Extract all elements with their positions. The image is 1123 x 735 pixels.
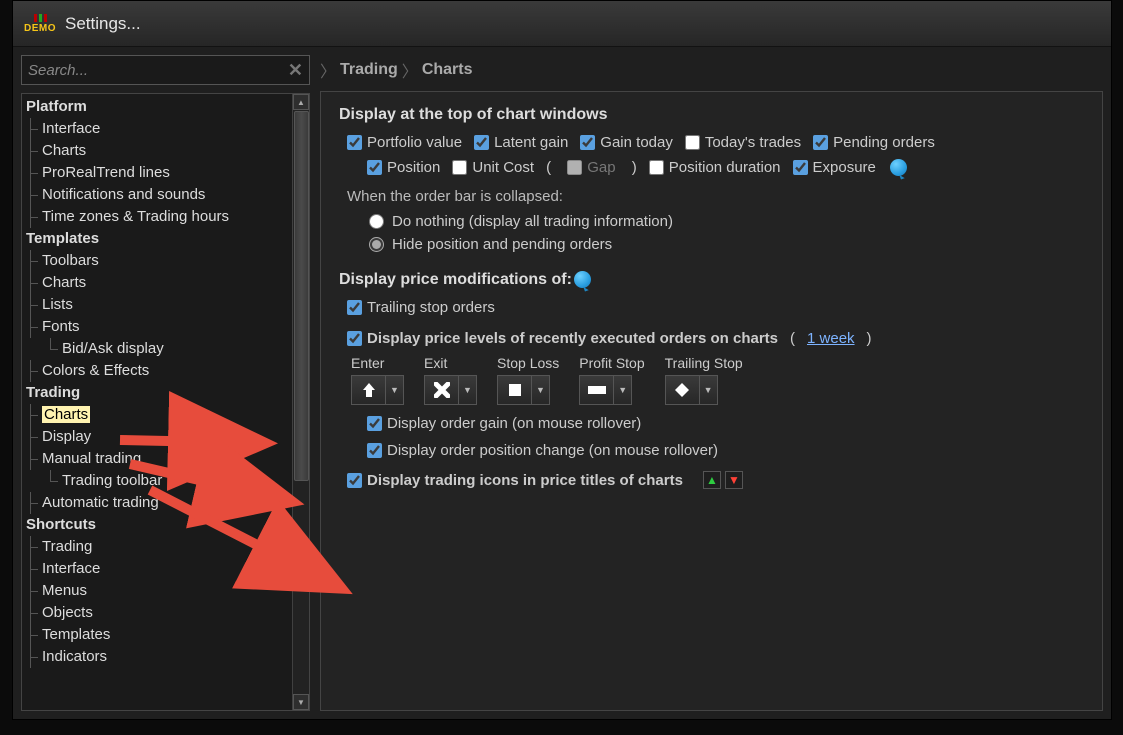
cb-display-price-levels[interactable] bbox=[347, 331, 362, 346]
marker-label-exit: Exit bbox=[424, 355, 477, 371]
arrow-up-icon: ▲ bbox=[703, 471, 721, 489]
link-period[interactable]: 1 week bbox=[807, 330, 855, 347]
marker-exit-dropdown[interactable]: ▼ bbox=[459, 375, 477, 405]
marker-trailingstop-dropdown[interactable]: ▼ bbox=[700, 375, 718, 405]
window-title: Settings... bbox=[65, 14, 141, 34]
info-balloon-icon[interactable] bbox=[574, 271, 591, 288]
cb-display-trading-icons[interactable] bbox=[347, 473, 362, 488]
demo-badge-icon: DEMO bbox=[23, 14, 57, 34]
trade-icons-sample: ▲ ▼ bbox=[703, 471, 743, 489]
marker-stoploss-button[interactable] bbox=[497, 375, 532, 405]
tree-item[interactable]: Menus bbox=[22, 580, 292, 602]
arrow-down-icon: ▼ bbox=[725, 471, 743, 489]
breadcrumb-charts[interactable]: Charts bbox=[422, 61, 473, 79]
tree-section[interactable]: Templates bbox=[22, 228, 292, 250]
tree-item[interactable]: Indicators bbox=[22, 646, 292, 668]
scroll-down-icon[interactable]: ▼ bbox=[293, 694, 309, 710]
marker-label-trailingstop: Trailing Stop bbox=[665, 355, 743, 371]
tree-section[interactable]: Trading bbox=[22, 382, 292, 404]
tree-item[interactable]: Lists bbox=[22, 294, 292, 316]
cb-unit-cost[interactable] bbox=[452, 160, 467, 175]
cb-latent-gain[interactable] bbox=[474, 135, 489, 150]
marker-label-enter: Enter bbox=[351, 355, 404, 371]
marker-label-stoploss: Stop Loss bbox=[497, 355, 559, 371]
tree-item[interactable]: Charts bbox=[22, 404, 292, 426]
tree-item[interactable]: Manual trading bbox=[22, 448, 292, 470]
tree-item[interactable]: Charts bbox=[22, 272, 292, 294]
marker-label-profitstop: Profit Stop bbox=[579, 355, 644, 371]
tree-subitem[interactable]: Trading toolbar bbox=[22, 470, 292, 492]
scroll-up-icon[interactable]: ▲ bbox=[293, 94, 309, 110]
tree-item[interactable]: Fonts bbox=[22, 316, 292, 338]
tree-item[interactable]: Trading bbox=[22, 536, 292, 558]
marker-trailingstop-button[interactable] bbox=[665, 375, 700, 405]
tree-item[interactable]: Charts bbox=[22, 140, 292, 162]
marker-enter-button[interactable] bbox=[351, 375, 386, 405]
cb-exposure[interactable] bbox=[793, 160, 808, 175]
tree-item[interactable]: Toolbars bbox=[22, 250, 292, 272]
marker-exit-button[interactable] bbox=[424, 375, 459, 405]
tree-item[interactable]: Notifications and sounds bbox=[22, 184, 292, 206]
tree-subitem[interactable]: Bid/Ask display bbox=[22, 338, 292, 360]
info-balloon-icon[interactable] bbox=[890, 159, 907, 176]
breadcrumb: 〉 Trading 〉 Charts bbox=[320, 55, 1103, 85]
cb-gap bbox=[567, 160, 582, 175]
cb-todays-trades[interactable] bbox=[685, 135, 700, 150]
radio-do-nothing[interactable] bbox=[369, 214, 384, 229]
tree-item[interactable]: Objects bbox=[22, 602, 292, 624]
search-field-wrap: ✕ bbox=[21, 55, 310, 85]
tree-section[interactable]: Shortcuts bbox=[22, 514, 292, 536]
tree-item[interactable]: Time zones & Trading hours bbox=[22, 206, 292, 228]
marker-enter-dropdown[interactable]: ▼ bbox=[386, 375, 404, 405]
cb-gain-today[interactable] bbox=[580, 135, 595, 150]
radio-hide-position[interactable] bbox=[369, 237, 384, 252]
tree-item[interactable]: ProRealTrend lines bbox=[22, 162, 292, 184]
settings-window: DEMO Settings... ✕ PlatformInterfaceChar… bbox=[12, 0, 1112, 720]
section-display-top-title: Display at the top of chart windows bbox=[339, 106, 1084, 124]
sidebar: ✕ PlatformInterfaceChartsProRealTrend li… bbox=[21, 55, 310, 711]
search-input[interactable] bbox=[28, 62, 288, 79]
marker-stoploss-dropdown[interactable]: ▼ bbox=[532, 375, 550, 405]
cb-pending-orders[interactable] bbox=[813, 135, 828, 150]
tree-scrollbar[interactable]: ▲ ▼ bbox=[292, 94, 309, 710]
settings-tree: PlatformInterfaceChartsProRealTrend line… bbox=[21, 93, 310, 711]
tree-section[interactable]: Platform bbox=[22, 96, 292, 118]
tree-item[interactable]: Display bbox=[22, 426, 292, 448]
tree-item[interactable]: Interface bbox=[22, 558, 292, 580]
cb-trailing-stop-orders[interactable] bbox=[347, 300, 362, 315]
chevron-right-icon: 〉 bbox=[402, 58, 418, 82]
cb-position[interactable] bbox=[367, 160, 382, 175]
chevron-right-icon: 〉 bbox=[320, 58, 336, 82]
marker-profitstop-button[interactable] bbox=[579, 375, 614, 405]
search-clear-icon[interactable]: ✕ bbox=[288, 60, 303, 81]
cb-position-duration[interactable] bbox=[649, 160, 664, 175]
titlebar: DEMO Settings... bbox=[13, 1, 1111, 47]
scroll-thumb[interactable] bbox=[294, 111, 309, 481]
cb-display-order-gain[interactable] bbox=[367, 416, 382, 431]
marker-profitstop-dropdown[interactable]: ▼ bbox=[614, 375, 632, 405]
breadcrumb-trading[interactable]: Trading bbox=[340, 61, 398, 79]
tree-item[interactable]: Interface bbox=[22, 118, 292, 140]
cb-display-order-position-change[interactable] bbox=[367, 443, 382, 458]
tree-item[interactable]: Automatic trading bbox=[22, 492, 292, 514]
section-price-mod-title: Display price modifications of: bbox=[339, 271, 1084, 289]
collapsed-label: When the order bar is collapsed: bbox=[347, 188, 1084, 205]
tree-item[interactable]: Colors & Effects bbox=[22, 360, 292, 382]
cb-portfolio-value[interactable] bbox=[347, 135, 362, 150]
tree-item[interactable]: Templates bbox=[22, 624, 292, 646]
settings-content: Display at the top of chart windows Port… bbox=[320, 91, 1103, 711]
